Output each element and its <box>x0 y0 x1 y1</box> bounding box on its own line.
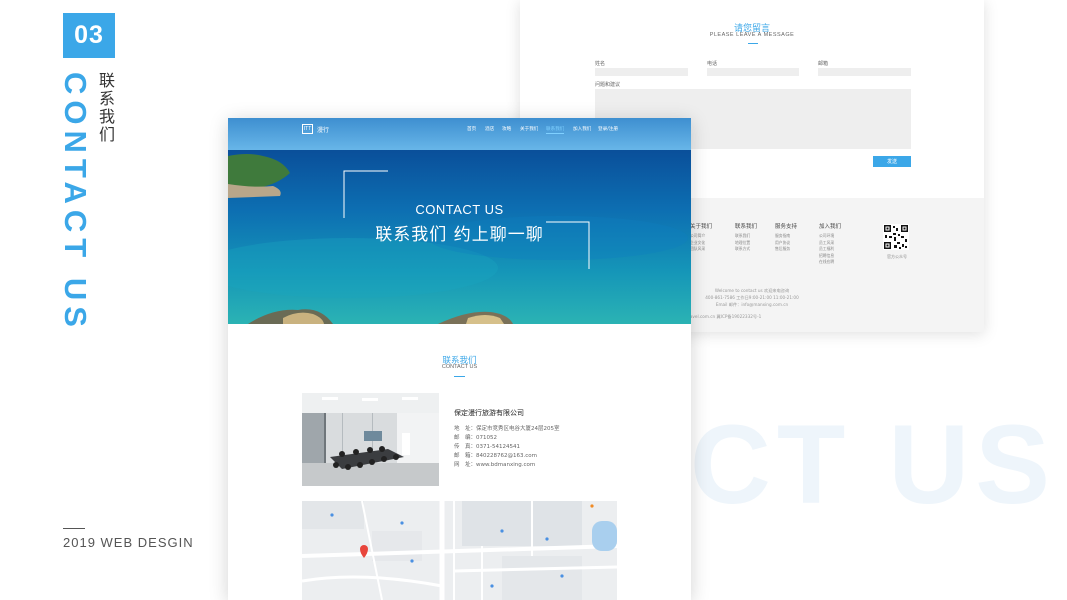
info-value: 071052 <box>476 435 498 441</box>
info-value[interactable]: 840228762@163.com <box>476 453 537 459</box>
logo-text[interactable]: 漫行 <box>317 125 329 134</box>
logo-mark[interactable]: ITT <box>302 124 313 134</box>
footer-heading: 关于我们 <box>690 224 713 230</box>
footer-link[interactable]: 团队风采 <box>690 246 726 253</box>
footer-link[interactable]: 售后服务 <box>775 246 811 253</box>
message-subtitle: PLEASE LEAVE A MESSAGE <box>709 32 795 38</box>
info-label: 网 址： <box>454 462 477 468</box>
name-label: 姓名 <box>595 61 606 67</box>
nav-home[interactable]: 首页 <box>467 126 476 132</box>
phone-label: 电话 <box>707 61 718 67</box>
footer-column-contact: 联系我们 联系我们 地理位置 联系方式 <box>735 222 771 253</box>
section-number-badge: 03 <box>63 13 115 58</box>
office-photo <box>302 393 439 486</box>
info-email: 邮 箱：840228762@163.com <box>454 451 537 459</box>
vertical-title-en: CONTACT US <box>58 72 93 333</box>
phone-input[interactable] <box>707 68 799 76</box>
footer-link[interactable]: 联系方式 <box>735 246 771 253</box>
footer-heading: 加入我们 <box>819 224 842 230</box>
company-name: 保定漫行旅游有限公司 <box>454 409 524 417</box>
qr-label: 官方公众号 <box>887 254 907 259</box>
info-postcode: 邮 编：071052 <box>454 433 497 441</box>
info-label: 地 址： <box>454 426 477 432</box>
vertical-title-cn: 联 系 我 们 <box>97 72 117 144</box>
divider <box>63 528 85 529</box>
hero-banner: ITT 漫行 首页 酒店 攻略 关于我们 联系我们 加入我们 登录/注册 CON… <box>228 118 691 324</box>
footer-column-about: 关于我们 公司简介 企业文化 团队风采 <box>690 222 726 253</box>
title-underline <box>748 43 758 44</box>
location-map[interactable] <box>302 501 617 600</box>
info-label: 邮 箱： <box>454 453 477 459</box>
footer-caption: 2019 WEB DESGIN <box>63 535 194 550</box>
info-value[interactable]: www.bdmanxing.com <box>476 462 535 468</box>
info-value: 0371-54124541 <box>476 444 520 450</box>
footer-link[interactable]: 在线应聘 <box>819 259 855 266</box>
name-input[interactable] <box>595 68 688 76</box>
footer-heading: 联系我们 <box>735 224 758 230</box>
section-underline <box>454 376 465 377</box>
footer-column-support: 服务支持 服务指南 用户协议 售后服务 <box>775 222 811 253</box>
nav-join[interactable]: 加入我们 <box>573 126 591 132</box>
vertical-char: 我 <box>98 107 115 126</box>
info-fax: 传 真：0371-54124541 <box>454 442 520 450</box>
vertical-char: 系 <box>98 89 115 108</box>
nav-login[interactable]: 登录/注册 <box>598 126 618 132</box>
background-watermark: CT US <box>690 402 1056 527</box>
top-nav: ITT 漫行 首页 酒店 攻略 关于我们 联系我们 加入我们 登录/注册 <box>228 118 691 138</box>
footer-heading: 服务支持 <box>775 224 798 230</box>
hero-title-cn: 联系我们 约上聊一聊 <box>375 225 544 245</box>
nav-hotel[interactable]: 酒店 <box>485 126 494 132</box>
footer-column-join: 加入我们 公司环境 员工风采 员工福利 招聘信息 在线应聘 <box>819 222 855 266</box>
hero-title-en: CONTACT US <box>415 202 504 217</box>
section-subtitle: CONTACT US <box>441 364 478 370</box>
contact-page-mockup: ITT 漫行 首页 酒店 攻略 关于我们 联系我们 加入我们 登录/注册 CON… <box>228 118 691 600</box>
nav-contact[interactable]: 联系我们 <box>546 126 565 134</box>
info-address: 地 址：保定市竞秀区电谷大厦24层205室 <box>454 424 560 432</box>
send-button[interactable]: 发送 <box>873 156 911 167</box>
info-value: 保定市竞秀区电谷大厦24层205室 <box>476 426 560 432</box>
info-label: 传 真： <box>454 444 477 450</box>
nav-about[interactable]: 关于我们 <box>520 126 538 132</box>
info-label: 邮 编： <box>454 435 477 441</box>
email-label: 邮箱 <box>818 61 829 67</box>
email-input[interactable] <box>818 68 911 76</box>
vertical-char: 联 <box>98 71 115 90</box>
nav-guide[interactable]: 攻略 <box>502 126 511 132</box>
qr-code-icon <box>883 224 909 250</box>
info-website: 网 址：www.bdmanxing.com <box>454 460 535 468</box>
question-label: 问题和建议 <box>595 82 621 88</box>
vertical-char: 们 <box>98 125 115 144</box>
